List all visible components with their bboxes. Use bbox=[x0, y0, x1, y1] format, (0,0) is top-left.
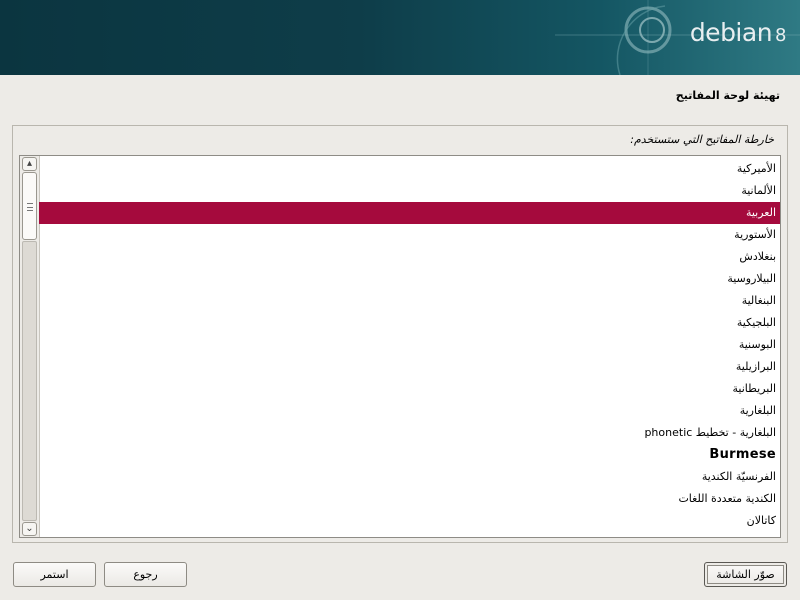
list-item[interactable]: البلجيكية bbox=[39, 312, 780, 334]
list-item[interactable]: البرازيلية bbox=[39, 356, 780, 378]
scroll-track[interactable] bbox=[22, 241, 37, 521]
logo-version: 8 bbox=[775, 25, 786, 46]
list-item[interactable]: الألمانية bbox=[39, 180, 780, 202]
scroll-up-button[interactable]: ▴ bbox=[22, 157, 37, 171]
list-item[interactable]: الأميركية bbox=[39, 158, 780, 180]
list-scrollbar[interactable]: ▴ ⌄ bbox=[20, 156, 40, 537]
screenshot-button[interactable]: صوّر الشاشة bbox=[704, 562, 787, 587]
list-item[interactable]: البوسنية bbox=[39, 334, 780, 356]
list-item[interactable]: البلغارية - تخطيط phonetic bbox=[39, 422, 780, 444]
list-item[interactable]: العربية bbox=[39, 202, 780, 224]
list-item[interactable]: الفرنسيّة الكندية bbox=[39, 466, 780, 488]
list-item[interactable]: بنغلادش bbox=[39, 246, 780, 268]
keymap-listbox[interactable]: ▴ ⌄ الأميركية الألمانية العربية الأستوري… bbox=[19, 155, 781, 538]
keymap-prompt: خارطة المفاتيح التي ستستخدم: bbox=[630, 133, 774, 146]
back-button[interactable]: رجوع bbox=[104, 562, 187, 587]
list-item[interactable]: البريطانية bbox=[39, 378, 780, 400]
list-item[interactable]: كاتالان bbox=[39, 510, 780, 532]
debian-swirl-logo-icon bbox=[555, 0, 800, 75]
logo-name: debian bbox=[689, 18, 773, 47]
list-item[interactable]: البيلاروسية bbox=[39, 268, 780, 290]
scroll-down-button[interactable]: ⌄ bbox=[22, 522, 37, 536]
list-item[interactable]: الكندية متعددة اللغات bbox=[39, 488, 780, 510]
scroll-grip-icon bbox=[27, 203, 33, 211]
keymap-list: الأميركية الألمانية العربية الأستورية بن… bbox=[39, 158, 780, 532]
continue-button[interactable]: استمر bbox=[13, 562, 96, 587]
list-item[interactable]: الأستورية bbox=[39, 224, 780, 246]
list-item[interactable]: البنغالية bbox=[39, 290, 780, 312]
debian-banner: debian 8 bbox=[0, 0, 800, 75]
debian-logo: debian 8 bbox=[689, 18, 787, 47]
keymap-panel: خارطة المفاتيح التي ستستخدم: ▴ ⌄ الأميرك… bbox=[12, 125, 788, 543]
list-item[interactable]: البلغارية bbox=[39, 400, 780, 422]
scroll-thumb[interactable] bbox=[22, 172, 37, 240]
page-title: تهيئة لوحة المفاتيح bbox=[675, 89, 780, 102]
list-item[interactable]: Burmese bbox=[39, 444, 780, 466]
